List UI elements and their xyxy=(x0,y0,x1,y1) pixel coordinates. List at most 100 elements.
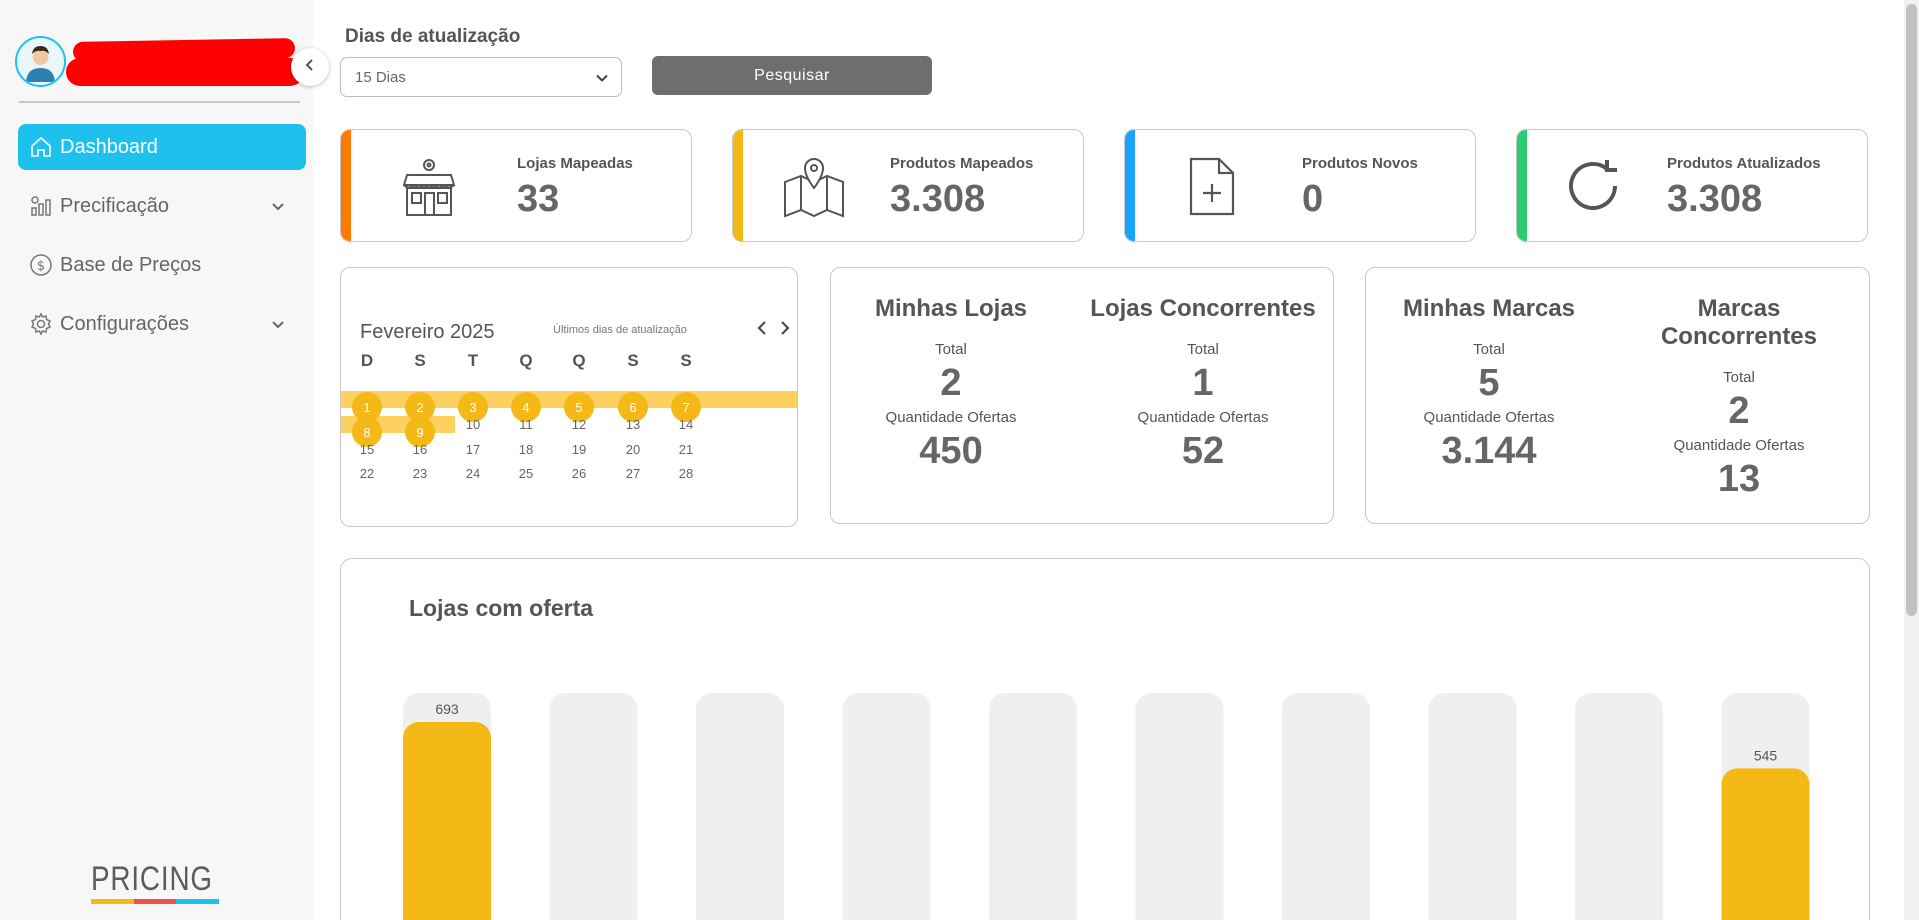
logo-colorbar xyxy=(91,899,220,904)
kpi-label: Produtos Atualizados xyxy=(1667,155,1821,172)
calendar-weekday: S xyxy=(680,351,692,370)
accent-bar xyxy=(1517,130,1527,241)
sidebar-item-base-de-precos[interactable]: $ Base de Preços xyxy=(18,242,306,288)
calendar-day[interactable]: 24 xyxy=(453,466,493,481)
divider xyxy=(19,101,300,103)
calendar-day[interactable]: 22 xyxy=(347,466,387,481)
calendar-weekday: Q xyxy=(519,351,533,370)
sidebar-item-label: Base de Preços xyxy=(60,253,202,276)
days-select[interactable]: 15 Dias xyxy=(340,57,622,97)
competitor-stores-total: 1 xyxy=(1192,362,1214,404)
sidebar-item-label: Precificação xyxy=(60,194,169,217)
sidebar: Dashboard Precificação $ Base de Preços … xyxy=(0,0,313,920)
bar-track xyxy=(696,693,784,920)
home-icon xyxy=(28,134,54,160)
my-stores-offers-label: Quantidade Ofertas xyxy=(885,409,1017,426)
my-brands-title: Minhas Marcas xyxy=(1402,295,1576,322)
competitor-brands-total: 2 xyxy=(1728,390,1750,432)
accent-bar xyxy=(1125,130,1135,241)
my-stores-total-label: Total xyxy=(935,341,967,358)
competitor-brands-column: Marcas Concorrentes Total 2 Quantidade O… xyxy=(1619,268,1859,501)
calendar-day[interactable]: 14 xyxy=(666,417,706,432)
bar-track xyxy=(1135,693,1224,920)
bar-track xyxy=(549,693,638,920)
chevron-down-icon[interactable] xyxy=(270,315,286,338)
calendar-month-title: Fevereiro 2025 xyxy=(360,321,495,343)
sidebar-item-precificacao[interactable]: Precificação xyxy=(18,183,306,229)
calendar-day[interactable]: 23 xyxy=(400,466,440,481)
calendar-day[interactable]: 26 xyxy=(559,466,599,481)
calendar-day[interactable]: 18 xyxy=(506,442,546,457)
my-stores-title: Minhas Lojas xyxy=(874,295,1028,322)
search-button[interactable]: Pesquisar xyxy=(652,56,932,95)
kpi-label: Produtos Mapeados xyxy=(890,155,1034,172)
kpi-value: 3.308 xyxy=(890,178,986,220)
competitor-brands-offers: 13 xyxy=(1717,458,1761,500)
bar-track xyxy=(989,693,1077,920)
sidebar-nav: Dashboard Precificação $ Base de Preços … xyxy=(18,124,306,360)
calendar-day[interactable]: 21 xyxy=(666,442,706,457)
my-brands-offers-label: Quantidade Ofertas xyxy=(1423,409,1555,426)
my-stores-offers: 450 xyxy=(919,430,983,472)
stores-card: Minhas Lojas Total 2 Quantidade Ofertas … xyxy=(830,267,1334,524)
competitor-stores-column: Lojas Concorrentes Total 1 Quantidade Of… xyxy=(1083,268,1323,473)
calendar-weekday: S xyxy=(414,351,426,370)
scrollbar-thumb[interactable] xyxy=(1906,4,1917,616)
gear-icon xyxy=(28,311,54,337)
refresh-icon xyxy=(1563,156,1629,222)
days-select-value: 15 Dias xyxy=(355,68,406,86)
calendar-day[interactable]: 27 xyxy=(613,466,653,481)
calendar-day[interactable]: 19 xyxy=(559,442,599,457)
competitor-brands-offers-label: Quantidade Ofertas xyxy=(1673,437,1805,454)
calendar-subtitle: Últimos dias de atualização xyxy=(553,324,687,336)
logo-text: PRICING xyxy=(91,860,213,898)
my-brands-offers: 3.144 xyxy=(1441,430,1537,472)
my-brands-total-label: Total xyxy=(1473,341,1505,358)
sidebar-item-configuracoes[interactable]: Configurações xyxy=(18,301,306,347)
avatar[interactable] xyxy=(15,36,66,87)
collapse-sidebar-button[interactable] xyxy=(291,48,329,86)
page-scrollbar[interactable] xyxy=(1904,0,1919,920)
kpi-label: Lojas Mapeadas xyxy=(517,155,633,172)
competitor-brands-title: Marcas Concorrentes xyxy=(1660,295,1818,350)
calendar-day[interactable]: 16 xyxy=(400,442,440,457)
bar-track xyxy=(842,693,931,920)
chevron-right-icon[interactable] xyxy=(778,319,792,342)
chevron-down-icon[interactable] xyxy=(270,197,286,220)
dollar-circle-icon: $ xyxy=(28,252,54,278)
calendar-day[interactable]: 13 xyxy=(613,417,653,432)
calendar-weekday: T xyxy=(467,351,479,370)
brands-card: Minhas Marcas Total 5 Quantidade Ofertas… xyxy=(1365,267,1870,524)
competitor-brands-total-label: Total xyxy=(1723,369,1755,386)
user-profile[interactable] xyxy=(15,36,304,102)
stores-with-offer-chart-card: Lojas com oferta 693 545 xyxy=(340,558,1870,920)
sidebar-item-label: Dashboard xyxy=(60,135,158,158)
bar[interactable] xyxy=(403,722,491,920)
accent-bar xyxy=(733,130,743,241)
bar[interactable] xyxy=(1721,768,1810,920)
redacted-name xyxy=(66,58,304,86)
my-brands-total: 5 xyxy=(1478,362,1500,404)
kpi-card-produtos-atualizados: Produtos Atualizados 3.308 xyxy=(1516,129,1868,242)
chevron-left-icon[interactable] xyxy=(755,319,769,342)
accent-bar xyxy=(341,130,351,241)
kpi-value: 3.308 xyxy=(1667,178,1763,220)
my-brands-column: Minhas Marcas Total 5 Quantidade Ofertas… xyxy=(1369,268,1609,473)
sidebar-item-label: Configurações xyxy=(60,312,189,335)
sidebar-item-dashboard[interactable]: Dashboard xyxy=(18,124,306,170)
calendar-day[interactable]: 10 xyxy=(453,417,493,432)
calendar-day[interactable]: 11 xyxy=(506,417,546,432)
calendar-day[interactable]: 28 xyxy=(666,466,706,481)
competitor-stores-offers: 52 xyxy=(1181,430,1225,472)
bar-track xyxy=(1575,693,1663,920)
kpi-value: 33 xyxy=(517,178,560,220)
calendar-day[interactable]: 25 xyxy=(506,466,546,481)
calendar-day[interactable]: 15 xyxy=(347,442,387,457)
my-stores-total: 2 xyxy=(940,362,962,404)
bar-track xyxy=(1428,693,1517,920)
calendar-day[interactable]: 20 xyxy=(613,442,653,457)
kpi-card-lojas-mapeadas: Lojas Mapeadas 33 xyxy=(340,129,692,242)
svg-text:$: $ xyxy=(37,259,45,274)
calendar-day[interactable]: 12 xyxy=(559,417,599,432)
calendar-day[interactable]: 17 xyxy=(453,442,493,457)
